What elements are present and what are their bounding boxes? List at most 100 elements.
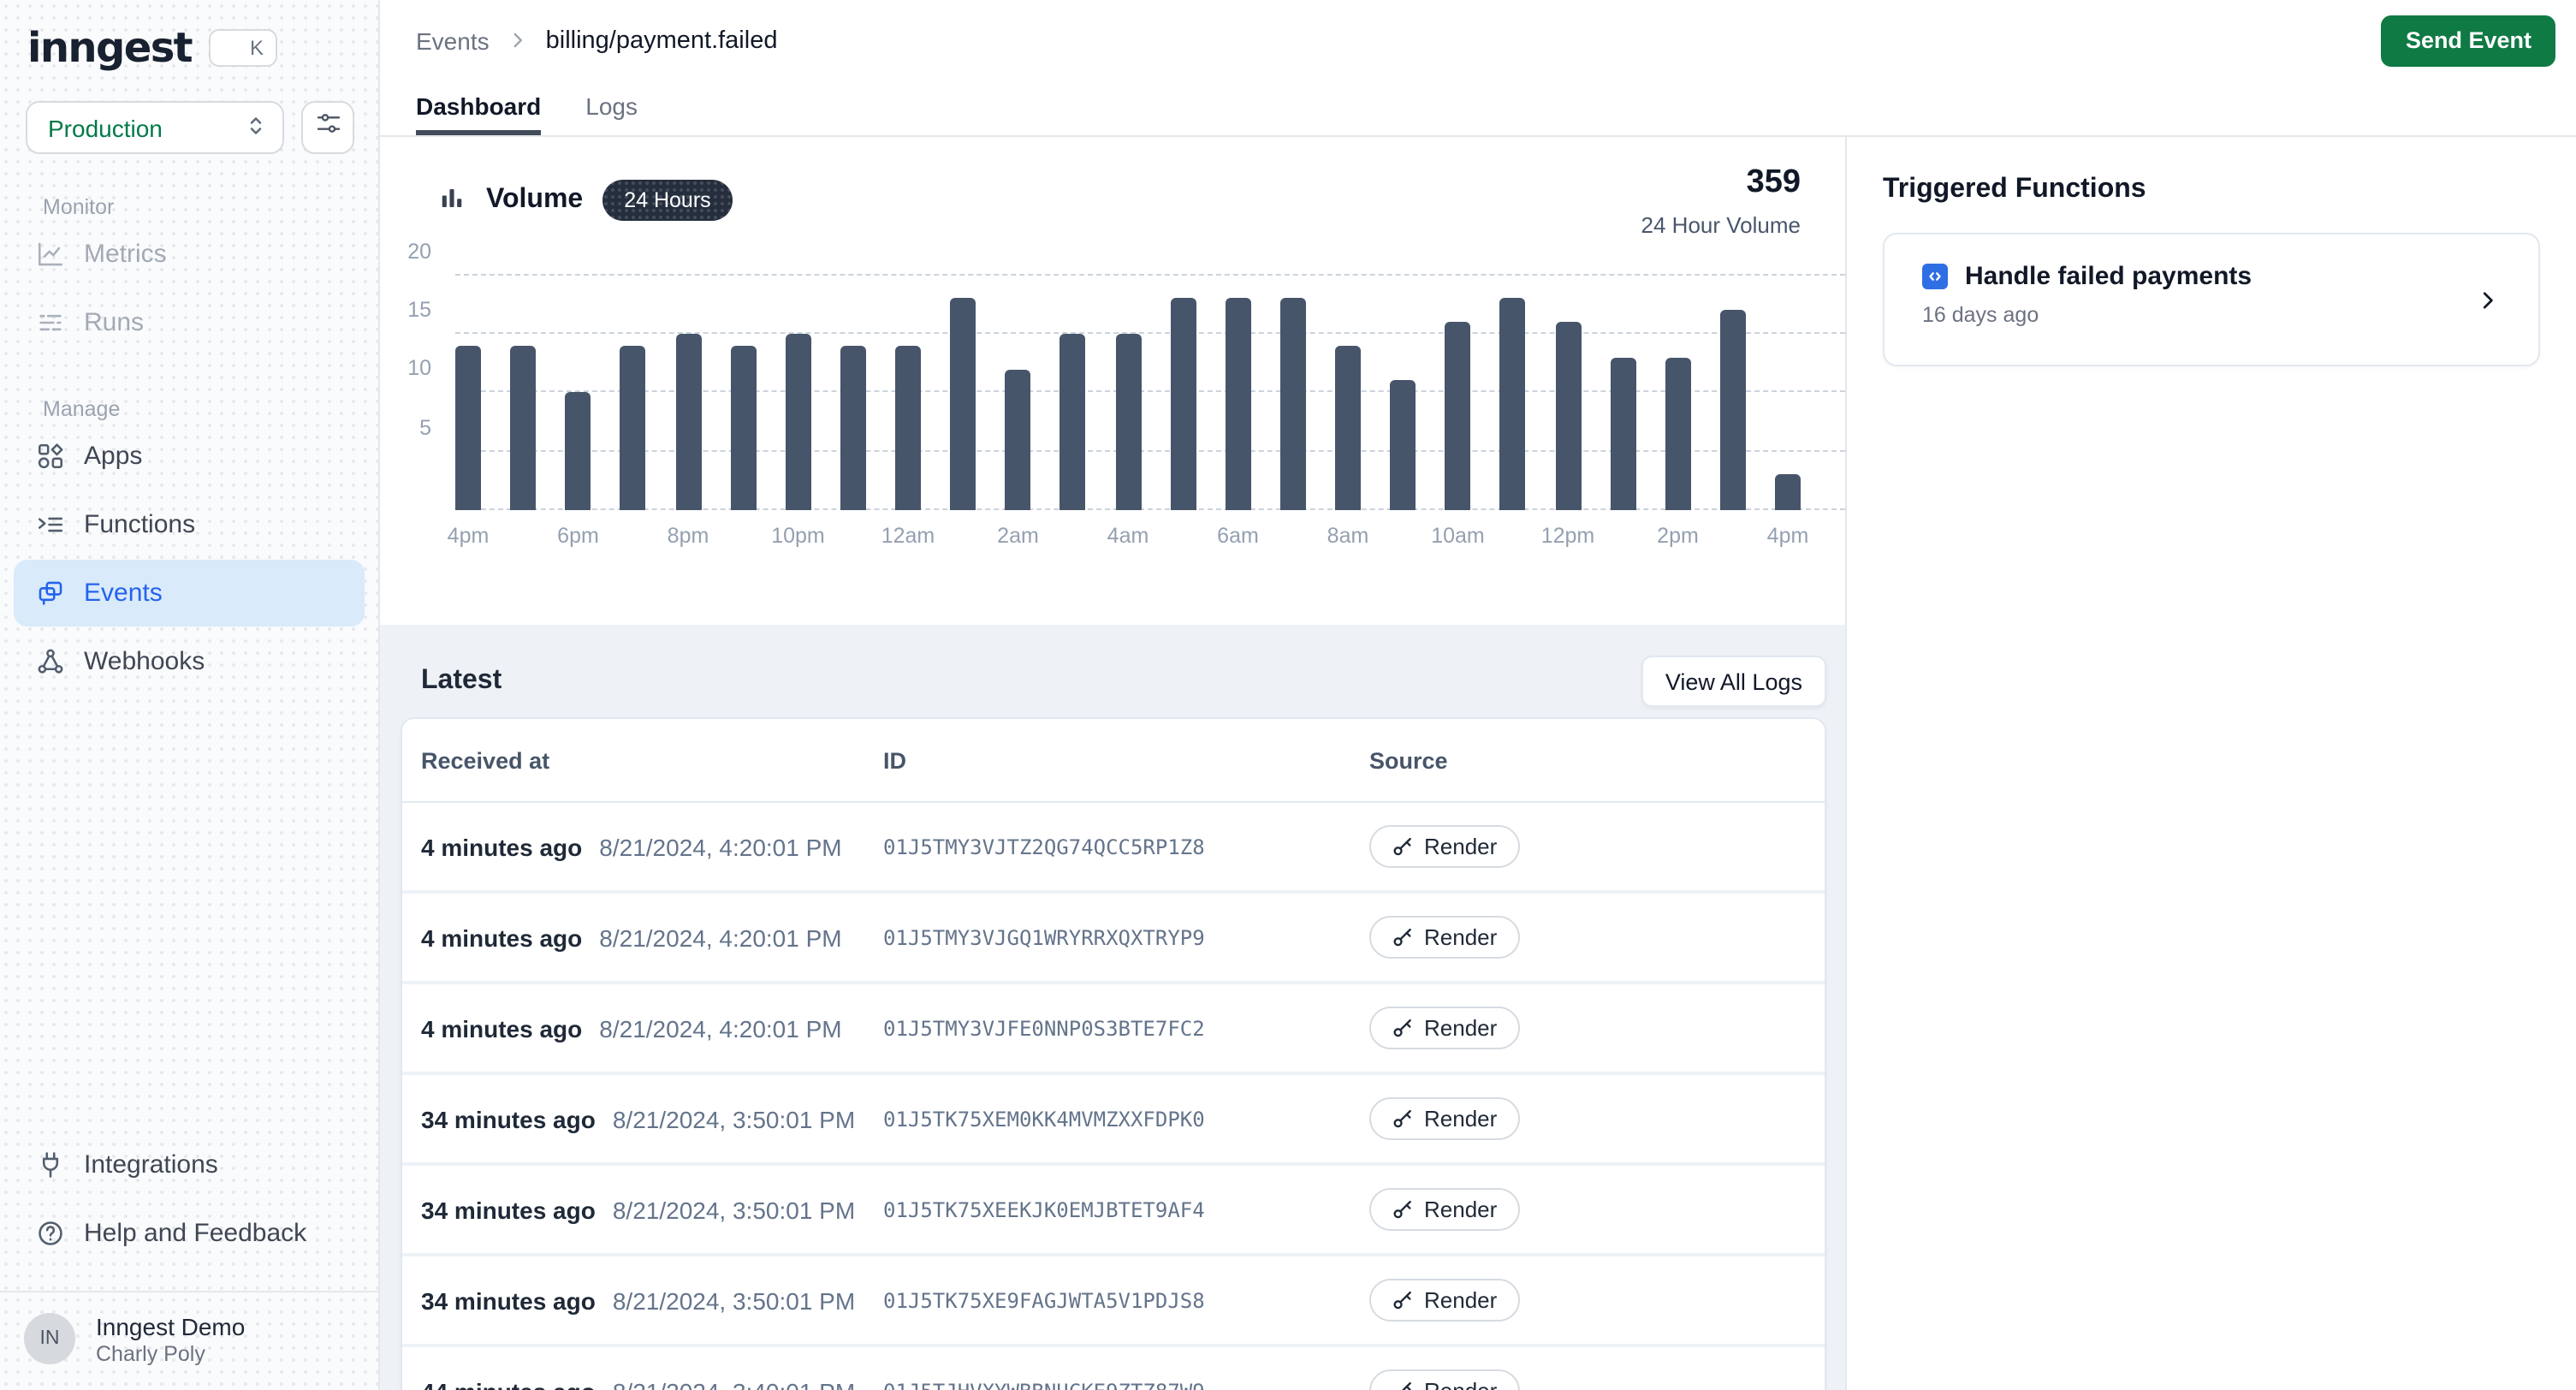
- event-main-column: Volume 24 Hours 359 24 Hour Volume 51015…: [380, 137, 1847, 1390]
- sidebar-item-label: Metrics: [84, 240, 167, 269]
- relative-time: 34 minutes ago: [421, 1196, 596, 1223]
- environment-select[interactable]: Production: [26, 101, 284, 154]
- sidebar: inngest K Production Monitor Metrics Ru: [0, 0, 380, 1390]
- event-row[interactable]: 4 minutes ago 8/21/2024, 4:20:01 PM 01J5…: [402, 803, 1825, 894]
- source-badge[interactable]: Render: [1369, 825, 1519, 868]
- source-badge[interactable]: Render: [1369, 1369, 1519, 1390]
- view-all-logs-button[interactable]: View All Logs: [1641, 656, 1826, 707]
- relative-time: 34 minutes ago: [421, 1105, 596, 1132]
- sidebar-item-webhooks[interactable]: Webhooks: [14, 628, 365, 695]
- help-icon: [36, 1218, 65, 1247]
- function-last-triggered: 16 days ago: [1922, 303, 2456, 327]
- chart-y-tick-label: 10: [380, 357, 431, 381]
- sliders-icon: [314, 110, 341, 146]
- key-icon: [1392, 1289, 1414, 1311]
- source-cell: Render: [1369, 1097, 1825, 1140]
- source-badge[interactable]: Render: [1369, 1188, 1519, 1231]
- apps-icon: [36, 442, 65, 471]
- received-at-cell: 34 minutes ago 8/21/2024, 3:50:01 PM: [402, 1105, 883, 1132]
- column-header: ID: [883, 747, 1369, 773]
- key-icon: [1392, 835, 1414, 858]
- source-cell: Render: [1369, 1279, 1825, 1322]
- functions-icon: [36, 510, 65, 539]
- source-badge[interactable]: Render: [1369, 1279, 1519, 1322]
- column-header: Received at: [402, 747, 883, 773]
- volume-bar: [1115, 334, 1141, 510]
- sidebar-item-label: Integrations: [84, 1149, 218, 1179]
- sidebar-item-integrations[interactable]: Integrations: [14, 1131, 365, 1197]
- event-row[interactable]: 34 minutes ago 8/21/2024, 3:50:01 PM 01J…: [402, 1256, 1825, 1347]
- chart-gridline: [455, 449, 1845, 451]
- sidebar-item-metrics[interactable]: Metrics: [14, 221, 365, 288]
- volume-bar: [1335, 346, 1361, 511]
- volume-bar: [1555, 322, 1581, 510]
- received-at-cell: 4 minutes ago 8/21/2024, 4:20:01 PM: [402, 833, 883, 860]
- volume-bar: [566, 393, 591, 511]
- send-event-button[interactable]: Send Event: [2382, 15, 2555, 66]
- volume-bar: [1060, 334, 1086, 510]
- event-row[interactable]: 4 minutes ago 8/21/2024, 4:20:01 PM 01J5…: [402, 984, 1825, 1075]
- events-table: Received atIDSource 4 minutes ago 8/21/2…: [401, 717, 1826, 1390]
- sidebar-item-runs[interactable]: Runs: [14, 289, 365, 356]
- sidebar-item-apps[interactable]: Apps: [14, 423, 365, 490]
- chevron-up-down-icon: [243, 112, 269, 143]
- volume-section: Volume 24 Hours 359 24 Hour Volume 51015…: [380, 137, 1845, 625]
- sidebar-section-label: Monitor: [0, 195, 378, 219]
- logo-row: inngest K: [0, 0, 378, 72]
- sidebar-item-label: Functions: [84, 510, 195, 539]
- event-id: 01J5TK75XEEKJK0EMJBTET9AF4: [883, 1197, 1369, 1221]
- table-body: 4 minutes ago 8/21/2024, 4:20:01 PM 01J5…: [402, 803, 1825, 1390]
- sidebar-item-help[interactable]: Help and Feedback: [14, 1199, 365, 1266]
- sidebar-item-events[interactable]: Events: [14, 560, 365, 627]
- source-badge[interactable]: Render: [1369, 1007, 1519, 1049]
- environment-settings-button[interactable]: [301, 101, 354, 154]
- triggered-function-card[interactable]: Handle failed payments 16 days ago: [1883, 233, 2540, 366]
- tab-logs[interactable]: Logs: [585, 92, 638, 135]
- triggered-functions-title: Triggered Functions: [1883, 175, 2540, 205]
- volume-bar: [1006, 369, 1031, 510]
- volume-bar: [620, 346, 646, 511]
- volume-bar: [1170, 299, 1196, 511]
- source-badge[interactable]: Render: [1369, 916, 1519, 959]
- content: Volume 24 Hours 359 24 Hour Volume 51015…: [380, 137, 2576, 1390]
- key-icon: [1392, 1017, 1414, 1039]
- received-at-cell: 4 minutes ago 8/21/2024, 4:20:01 PM: [402, 924, 883, 951]
- table-header-row: Received atIDSource: [402, 719, 1825, 803]
- volume-title: Volume: [486, 185, 583, 216]
- volume-total-caption: 24 Hour Volume: [1641, 212, 1801, 238]
- user-info: Inngest Demo Charly Poly: [96, 1312, 245, 1366]
- source-label: Render: [1424, 924, 1497, 950]
- function-name: Handle failed payments: [1965, 262, 2252, 291]
- event-row[interactable]: 44 minutes ago 8/21/2024, 3:40:01 PM 01J…: [402, 1347, 1825, 1390]
- volume-header: Volume 24 Hours: [380, 175, 1845, 226]
- key-icon: [1392, 1380, 1414, 1390]
- sidebar-footer-nav: Integrations Help and Feedback: [0, 1129, 378, 1266]
- function-title-row: Handle failed payments: [1922, 262, 2456, 291]
- cmd-icon: [223, 34, 245, 56]
- volume-bar: [1226, 299, 1251, 511]
- event-id: 01J5TMY3VJGQ1WRYRRXQXTRYP9: [883, 925, 1369, 949]
- sidebar-item-functions[interactable]: Functions: [14, 491, 365, 558]
- tab-dashboard[interactable]: Dashboard: [416, 92, 541, 135]
- volume-bar: [675, 334, 701, 510]
- sidebar-spacer: [0, 695, 378, 1129]
- command-palette-shortcut[interactable]: K: [209, 29, 277, 67]
- page-header: Eventsbilling/payment.failed Send Event …: [380, 0, 2576, 137]
- inngest-logo[interactable]: inngest: [27, 24, 192, 72]
- breadcrumb-link[interactable]: Events: [416, 27, 490, 54]
- chart-x-tick-label: 12am: [881, 524, 935, 548]
- user-menu[interactable]: IN Inngest Demo Charly Poly: [0, 1292, 378, 1390]
- shortcut-key-label: K: [250, 36, 264, 60]
- chart-y-tick-label: 20: [380, 239, 431, 263]
- sidebar-nav: Monitor Metrics Runs Manage Apps Functio…: [0, 154, 378, 695]
- source-badge[interactable]: Render: [1369, 1097, 1519, 1140]
- event-row[interactable]: 34 minutes ago 8/21/2024, 3:50:01 PM 01J…: [402, 1166, 1825, 1256]
- chart-gridline: [455, 508, 1845, 510]
- event-row[interactable]: 34 minutes ago 8/21/2024, 3:50:01 PM 01J…: [402, 1075, 1825, 1166]
- event-row[interactable]: 4 minutes ago 8/21/2024, 4:20:01 PM 01J5…: [402, 894, 1825, 984]
- volume-bar: [1500, 299, 1526, 511]
- time-range-badge[interactable]: 24 Hours: [602, 180, 733, 221]
- bar-chart-icon: [436, 181, 467, 211]
- sidebar-item-label: Apps: [84, 442, 142, 471]
- source-label: Render: [1424, 1015, 1497, 1041]
